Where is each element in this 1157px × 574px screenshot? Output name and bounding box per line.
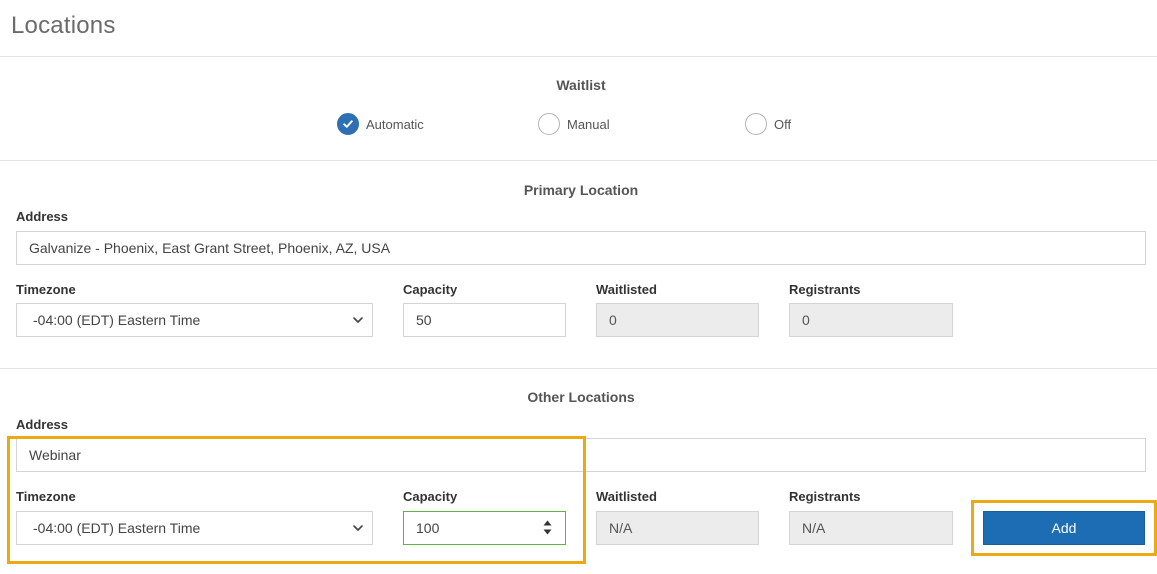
primary-timezone-select[interactable]: -04:00 (EDT) Eastern Time — [16, 303, 373, 337]
waitlist-title: Waitlist — [556, 77, 606, 93]
primary-address-value: Galvanize - Phoenix, East Grant Street, … — [29, 240, 391, 256]
primary-registrants-label: Registrants — [789, 282, 861, 297]
waitlist-option-automatic[interactable]: Automatic — [337, 113, 424, 135]
other-locations-title: Other Locations — [527, 389, 635, 405]
highlight-box-location-fields — [7, 436, 586, 564]
primary-capacity-label: Capacity — [403, 282, 458, 297]
other-registrants-field: N/A — [789, 511, 953, 545]
primary-registrants-field: 0 — [789, 303, 953, 337]
radio-label-automatic: Automatic — [366, 116, 424, 132]
primary-capacity-input[interactable]: 50 — [403, 303, 566, 337]
primary-divider — [0, 368, 1157, 369]
primary-timezone-value: -04:00 (EDT) Eastern Time — [33, 312, 201, 328]
primary-waitlisted-label: Waitlisted — [596, 282, 657, 297]
radio-label-off: Off — [774, 116, 792, 132]
primary-location-title: Primary Location — [523, 182, 639, 198]
radio-automatic[interactable] — [337, 113, 359, 135]
other-waitlisted-label: Waitlisted — [596, 489, 657, 504]
primary-waitlisted-value: 0 — [609, 312, 617, 328]
other-waitlisted-field: N/A — [596, 511, 759, 545]
other-registrants-label: Registrants — [789, 489, 861, 504]
waitlist-option-off[interactable]: Off — [745, 113, 791, 135]
radio-off[interactable] — [745, 113, 767, 135]
waitlist-option-manual[interactable]: Manual — [538, 113, 610, 135]
primary-capacity-value: 50 — [416, 312, 432, 328]
other-address-label: Address — [16, 417, 69, 432]
chevron-down-icon — [353, 317, 363, 323]
primary-address-label: Address — [16, 209, 69, 224]
page-title: Locations — [11, 12, 116, 39]
highlight-box-add-button — [971, 500, 1157, 556]
primary-address-input[interactable]: Galvanize - Phoenix, East Grant Street, … — [16, 231, 1146, 265]
radio-label-manual: Manual — [567, 116, 610, 132]
waitlist-divider — [0, 160, 1157, 161]
other-waitlisted-value: N/A — [609, 520, 633, 536]
primary-waitlisted-field: 0 — [596, 303, 759, 337]
primary-timezone-label: Timezone — [16, 282, 76, 297]
primary-registrants-value: 0 — [802, 312, 810, 328]
header-divider — [0, 56, 1157, 57]
other-registrants-value: N/A — [802, 520, 826, 536]
check-icon — [343, 120, 353, 128]
radio-manual[interactable] — [538, 113, 560, 135]
